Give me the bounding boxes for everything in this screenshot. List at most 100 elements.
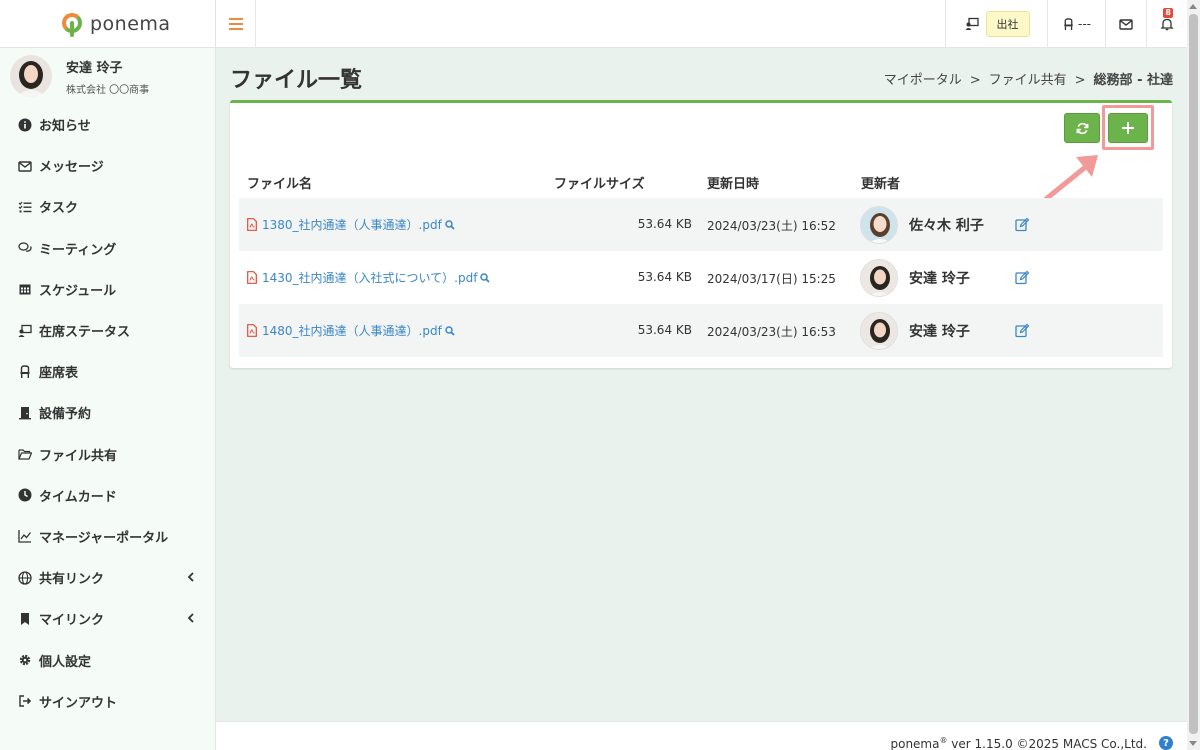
sidebar-item-tasks[interactable]: タスク	[0, 186, 215, 227]
sidebar: ponema 安達 玲子 株式会社 〇〇商事 お知らせ メッセージ タスク ミー…	[0, 0, 216, 750]
file-name: 1430_社内通達（入社式について）.pdf	[262, 271, 478, 285]
sidebar-item-label: サインアウト	[39, 695, 118, 711]
sidebar-item-label: メッセージ	[39, 160, 104, 176]
sidebar-item-label: タイムカード	[39, 489, 117, 505]
globe-icon	[18, 571, 32, 585]
table-row: 1380_社内通達（人事通達）.pdf 53.64 KB 2024/03/23(…	[239, 198, 1163, 251]
highlight-box	[1102, 105, 1154, 150]
topbar: 出社 --- 8	[216, 0, 1187, 48]
sidebar-item-sign-out[interactable]: サインアウト	[0, 681, 215, 722]
sidebar-item-label: 共有リンク	[39, 572, 105, 588]
presence-icon	[965, 17, 979, 30]
footer: ponema® ver 1.15.0 ©2025 MACS Co.,Ltd. ?	[216, 721, 1187, 750]
chair-icon	[1064, 17, 1073, 30]
page-scrollbar[interactable]	[1187, 0, 1200, 750]
file-name: 1380_社内通達（人事通達）.pdf	[262, 218, 442, 232]
chevron-left-icon	[187, 613, 194, 623]
sidebar-item-label: 設備予約	[39, 407, 92, 423]
sidebar-item-label: 在席ステータス	[39, 325, 131, 341]
file-link[interactable]: 1380_社内通達（人事通達）.pdf	[247, 216, 455, 233]
sidebar-item-schedule[interactable]: スケジュール	[0, 269, 215, 310]
sidebar-item-label: ミーティング	[39, 242, 117, 258]
edit-icon[interactable]	[1015, 270, 1030, 285]
comments-icon	[18, 241, 32, 255]
column-header-size[interactable]: ファイルサイズ	[554, 173, 645, 192]
sidebar-item-presence[interactable]: 在席ステータス	[0, 310, 215, 351]
app-logo[interactable]: ponema	[0, 0, 215, 48]
updater-avatar	[860, 259, 898, 297]
breadcrumb-item-portal[interactable]: マイポータル	[884, 73, 962, 88]
sidebar-item-facility-booking[interactable]: 設備予約	[0, 392, 215, 433]
sidebar-item-label: マイリンク	[39, 613, 105, 629]
chair-icon	[18, 365, 32, 379]
page-title: ファイル一覧	[230, 68, 363, 93]
presence-icon	[18, 324, 32, 338]
footer-brand: ponema	[890, 737, 940, 750]
file-list-card: ファイル名 ファイルサイズ 更新日時 更新者 1380_社内通達（人事通達）.p…	[230, 100, 1172, 368]
sidebar-item-notices[interactable]: お知らせ	[0, 104, 215, 145]
sidebar-item-messages[interactable]: メッセージ	[0, 145, 215, 186]
attendance-status-button[interactable]: 出社	[945, 0, 1047, 48]
file-size: 53.64 KB	[637, 217, 692, 231]
door-icon	[18, 406, 32, 420]
column-header-updated-at[interactable]: 更新日時	[707, 173, 759, 192]
seat-value: ---	[1078, 17, 1091, 31]
column-header-name[interactable]: ファイル名	[247, 173, 312, 192]
breadcrumb-item-current: 総務部 - 社達	[1093, 73, 1173, 88]
sidebar-item-label: 座席表	[39, 366, 79, 382]
file-link[interactable]: 1480_社内通達（人事通達）.pdf	[247, 322, 455, 339]
table-row: 1480_社内通達（人事通達）.pdf 53.64 KB 2024/03/23(…	[239, 304, 1163, 357]
sidebar-item-my-links[interactable]: マイリンク	[0, 598, 215, 639]
bell-icon	[1160, 18, 1174, 31]
scroll-down-icon[interactable]	[1189, 741, 1197, 746]
sidebar-item-file-sharing[interactable]: ファイル共有	[0, 434, 215, 475]
file-updated-at: 2024/03/23(土) 16:52	[707, 219, 836, 233]
sidebar-item-shared-links[interactable]: 共有リンク	[0, 557, 215, 598]
sidebar-item-manager-portal[interactable]: マネージャーポータル	[0, 516, 215, 557]
sidebar-item-label: スケジュール	[39, 283, 117, 299]
refresh-icon	[1076, 122, 1088, 134]
sidebar-item-timecard[interactable]: タイムカード	[0, 475, 215, 516]
preview-search-icon[interactable]	[445, 325, 455, 336]
app-name: ponema	[90, 12, 171, 35]
breadcrumb-item-file-sharing[interactable]: ファイル共有	[989, 73, 1067, 88]
folder-open-icon	[18, 447, 32, 461]
user-avatar	[10, 55, 52, 97]
main-content: ファイル一覧 マイポータル > ファイル共有 > 総務部 - 社達 ファイル名 ファイル…	[216, 48, 1187, 721]
scroll-thumb[interactable]	[1189, 14, 1198, 734]
notification-count-badge: 8	[1163, 8, 1173, 18]
scroll-up-icon[interactable]	[1189, 4, 1197, 9]
sidebar-nav: お知らせ メッセージ タスク ミーティング スケジュール 在席ステータス 座席表	[0, 104, 215, 722]
sidebar-item-label: ファイル共有	[39, 448, 118, 464]
hamburger-icon	[228, 18, 243, 30]
updater-avatar	[860, 206, 898, 244]
notifications-button[interactable]: 8	[1146, 0, 1187, 48]
envelope-icon	[18, 159, 32, 173]
help-icon[interactable]: ?	[1159, 736, 1173, 750]
edit-icon[interactable]	[1015, 217, 1030, 232]
messages-button[interactable]	[1105, 0, 1146, 48]
preview-search-icon[interactable]	[480, 272, 491, 283]
user-name: 安達 玲子	[66, 60, 123, 76]
clock-icon	[18, 488, 32, 502]
sidebar-item-meetings[interactable]: ミーティング	[0, 228, 215, 269]
edit-icon[interactable]	[1015, 323, 1030, 338]
user-profile[interactable]: 安達 玲子 株式会社 〇〇商事	[0, 48, 215, 104]
file-link[interactable]: 1430_社内通達（入社式について）.pdf	[247, 269, 491, 286]
seat-status-button[interactable]: ---	[1047, 0, 1105, 48]
info-icon	[18, 118, 32, 132]
refresh-button[interactable]	[1064, 113, 1100, 143]
table-row: 1430_社内通達（入社式について）.pdf 53.64 KB 2024/03/…	[239, 251, 1163, 304]
column-header-updated-by[interactable]: 更新者	[861, 173, 900, 192]
preview-search-icon[interactable]	[445, 219, 455, 230]
sidebar-item-personal-settings[interactable]: 個人設定	[0, 639, 215, 680]
file-size: 53.64 KB	[637, 323, 692, 337]
user-company: 株式会社 〇〇商事	[66, 84, 150, 96]
file-updated-at: 2024/03/23(土) 16:53	[707, 325, 836, 339]
bookmark-icon	[18, 612, 32, 626]
sidebar-item-label: タスク	[39, 201, 79, 217]
chevron-left-icon	[187, 572, 194, 582]
pointer-arrow-icon	[1043, 155, 1098, 202]
sidebar-item-seating[interactable]: 座席表	[0, 351, 215, 392]
menu-toggle-button[interactable]	[216, 0, 256, 48]
